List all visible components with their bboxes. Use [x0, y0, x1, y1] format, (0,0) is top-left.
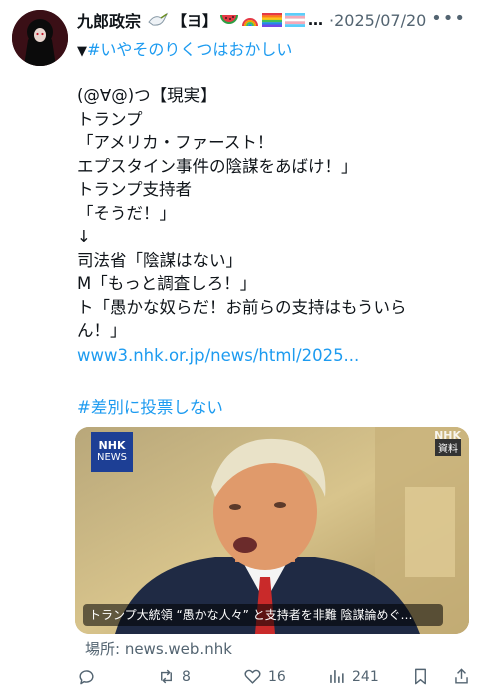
name-ellipsis: …	[308, 11, 324, 29]
link-preview-card[interactable]: NHK NEWS NHK 資料 トランプ大統領 “愚かな人々” と支持者を非難 …	[75, 427, 469, 634]
body-line: (@∀@)つ【現実】	[77, 86, 217, 105]
share-icon	[455, 668, 468, 684]
header-hashtag-link[interactable]: #いやそのりくつはおかしい	[87, 40, 292, 59]
views-button[interactable]: 241	[327, 667, 379, 686]
more-horizontal-icon[interactable]: •••	[431, 8, 466, 29]
avatar[interactable]	[12, 10, 68, 66]
pride-flag-icon	[262, 13, 283, 27]
reply-button[interactable]	[77, 667, 102, 686]
trans-flag-icon	[285, 13, 306, 27]
action-bar: 8 16 241	[77, 667, 473, 691]
article-url-link[interactable]: www3.nhk.or.jp/news/html/2025...	[77, 346, 359, 365]
bookmark-button[interactable]	[411, 667, 430, 686]
body-line: 司法省「陰謀はない」	[77, 250, 242, 270]
heart-icon	[244, 669, 261, 684]
logo-line-1: NHK	[98, 439, 126, 452]
news-photo	[75, 427, 469, 634]
views-count: 241	[352, 668, 379, 685]
body-line: 「そうだ！」	[77, 203, 176, 223]
watermelon-icon	[220, 14, 239, 24]
author-name[interactable]: 九郎政宗	[77, 8, 141, 32]
card-source-domain[interactable]: 場所: news.web.nhk	[85, 638, 232, 659]
body-line: 「アメリカ・ファースト！	[77, 133, 274, 152]
hashtag-link[interactable]: #差別に投票しない	[77, 394, 223, 418]
post-header: 九郎政宗 【ヨ】 … ·2025/07/20 •••	[77, 8, 466, 32]
body-line: M「もっと調査しろ！」	[77, 274, 257, 293]
like-button[interactable]: 16	[243, 667, 286, 686]
header-hashtag-line: ▼#いやそのりくつはおかしい	[77, 36, 292, 60]
dove-icon	[148, 12, 169, 26]
like-count: 16	[268, 668, 286, 685]
rainbow-icon	[242, 18, 259, 27]
body-line: ん！」	[77, 321, 127, 340]
yo-badge: 【ヨ】	[172, 11, 218, 30]
card-caption: トランプ大統領 “愚かな人々” と支持者を非難 陰謀論めぐ…	[83, 604, 443, 626]
body-line: トランプ支持者	[77, 180, 193, 199]
repost-icon	[161, 669, 172, 684]
body-line: トランプ	[77, 109, 143, 129]
nhk-news-logo: NHK NEWS	[91, 432, 133, 472]
body-line: ↓	[77, 227, 91, 246]
repost-button[interactable]: 8	[157, 667, 191, 686]
share-button[interactable]	[452, 667, 471, 686]
views-icon	[330, 670, 344, 683]
post-body: (@∀@)つ【現実】 トランプ 「アメリカ・ファースト！ エプスタイン事件の陰謀…	[77, 84, 462, 343]
emoji-badges: 【ヨ】 …	[147, 10, 323, 31]
body-line: ト「愚かな奴らだ！お前らの支持はもういら	[77, 297, 407, 317]
material-badge: 資料	[435, 439, 461, 456]
post-date[interactable]: ·2025/07/20	[329, 11, 426, 30]
triangle-marker: ▼	[77, 44, 87, 59]
body-line: エプスタイン事件の陰謀をあばけ！」	[77, 156, 358, 176]
logo-line-2: NEWS	[96, 452, 128, 463]
reply-icon	[79, 670, 94, 685]
repost-count: 8	[182, 668, 191, 685]
bookmark-icon	[415, 668, 426, 685]
